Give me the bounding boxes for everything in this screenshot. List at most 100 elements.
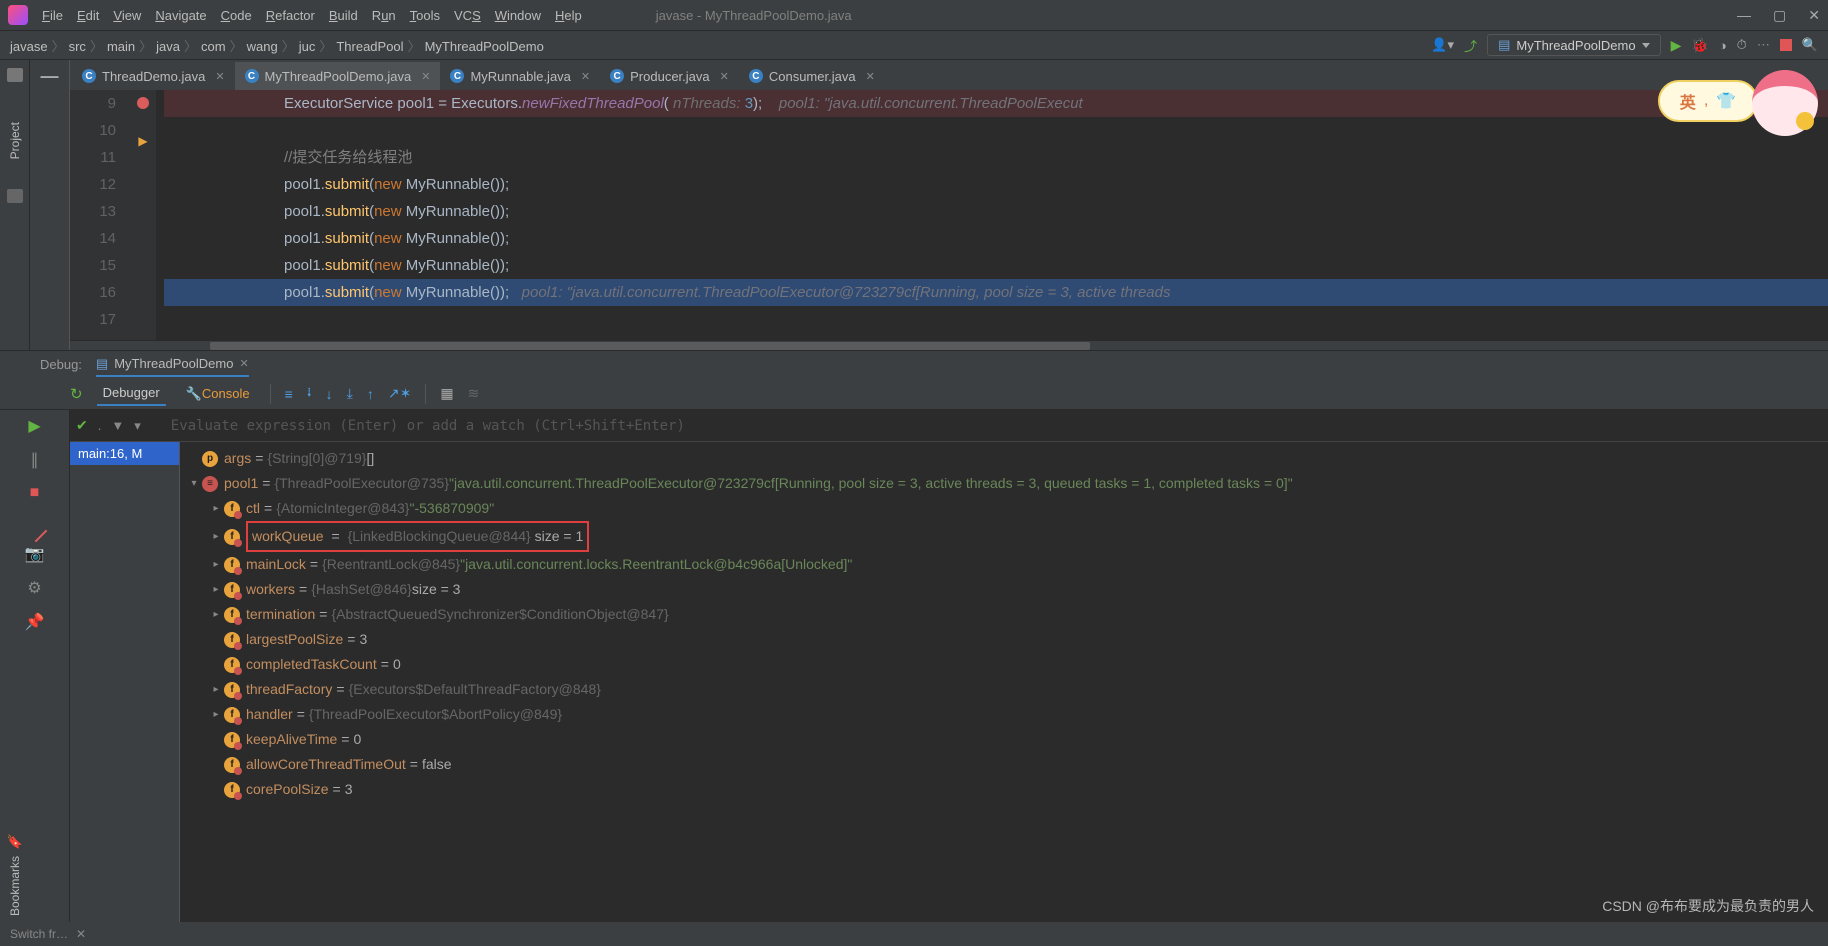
breadcrumb-segment[interactable]: ThreadPool [336,39,403,54]
close-icon[interactable]: ✕ [76,927,86,941]
variable-row[interactable]: fkeepAliveTime = 0 [180,727,1828,752]
expand-icon[interactable]: ▸ [208,577,224,602]
coverage-button[interactable]: ◑ [1719,38,1727,53]
menu-window[interactable]: Window [495,8,541,23]
gutter-breakpoints[interactable]: ▶ [130,90,156,340]
menu-edit[interactable]: Edit [77,8,99,23]
menu-code[interactable]: Code [221,8,252,23]
code-editor[interactable]: 91011121314151617 ▶ ExecutorService pool… [70,90,1828,340]
breadcrumb-segment[interactable]: javase [10,39,48,54]
variable-row[interactable]: fcompletedTaskCount = 0 [180,652,1828,677]
editor-tab[interactable]: CProducer.java✕ [600,62,739,90]
variable-row[interactable]: flargestPoolSize = 3 [180,627,1828,652]
resume-icon[interactable]: ▶ [28,416,40,436]
expand-icon[interactable]: ▾ [186,471,202,496]
step-into-icon[interactable]: ↓ [326,386,333,402]
console-tab[interactable]: 🔧Console [180,382,256,406]
close-session-icon[interactable]: ✕ [239,357,248,370]
debugger-tab[interactable]: Debugger [97,381,166,406]
variable-row[interactable]: pargs = {String[0]@719} [] [180,446,1828,471]
breadcrumb-segment[interactable]: MyThreadPoolDemo [425,39,544,54]
chevron-down-icon[interactable]: ▾ [134,418,141,434]
profile-button[interactable]: ⏱ [1737,37,1747,53]
project-tool-strip[interactable]: Project [0,60,30,350]
close-tab-icon[interactable]: ✕ [581,70,590,83]
variable-row[interactable]: ▸fctl = {AtomicInteger@843} "-536870909" [180,496,1828,521]
evaluate-icon[interactable]: ▦ [440,385,453,402]
editor-collapse-button[interactable]: — [30,60,70,350]
step-over-icon[interactable]: ⭭ [307,382,312,406]
window-close[interactable]: ✕ [1808,7,1820,24]
close-tab-icon[interactable]: ✕ [215,70,224,83]
variable-row[interactable]: ▸ftermination = {AbstractQueuedSynchroni… [180,602,1828,627]
force-step-into-icon[interactable]: ⤓ [347,385,353,402]
filter-icon[interactable]: ▼ [111,418,124,433]
variable-row[interactable]: ▸fhandler = {ThreadPoolExecutor$AbortPol… [180,702,1828,727]
editor-tab[interactable]: CMyThreadPoolDemo.java✕ [235,62,441,90]
code-content[interactable]: ExecutorService pool1 = Executors.newFix… [156,90,1828,340]
variable-row[interactable]: ▾≡pool1 = {ThreadPoolExecutor@735} "java… [180,471,1828,496]
breadcrumb-segment[interactable]: src [69,39,86,54]
get-thread-dump-icon[interactable]: 📷 [25,544,45,564]
variable-row[interactable]: ▸fworkQueue = {LinkedBlockingQueue@844} … [180,521,1828,552]
pin-icon[interactable]: 📌 [25,612,45,632]
expand-icon[interactable]: ▸ [208,677,224,702]
settings-icon[interactable]: ⚙ [27,578,41,598]
user-icon[interactable]: 👤▾ [1431,37,1454,53]
horizontal-scrollbar[interactable] [70,340,1828,350]
close-tab-icon[interactable]: ✕ [720,70,729,83]
drop-frame-icon[interactable]: ↗✶ [388,385,411,402]
run-button[interactable]: ▶ [1671,37,1682,54]
watch-expression-input[interactable]: Evaluate expression (Enter) or add a wat… [171,418,685,434]
structure-icon[interactable] [7,189,23,203]
debug-button[interactable]: 🐞 [1691,37,1708,54]
variable-row[interactable]: ▸fthreadFactory = {Executors$DefaultThre… [180,677,1828,702]
menu-help[interactable]: Help [555,8,582,23]
checkmark-icon[interactable]: ✔ [76,417,88,434]
menu-build[interactable]: Build [329,8,358,23]
debug-session-tab[interactable]: ▤ MyThreadPoolDemo ✕ [96,356,249,377]
step-out-icon[interactable]: ↑ [367,386,374,402]
breadcrumb-segment[interactable]: juc [299,39,316,54]
pause-icon[interactable]: ∥ [31,450,39,470]
attach-icon[interactable]: ⋯ [1757,37,1770,53]
menu-tools[interactable]: Tools [410,8,440,23]
stop-button[interactable] [1780,39,1792,51]
breadcrumb-segment[interactable]: wang [247,39,278,54]
breadcrumb-segment[interactable]: main [107,39,135,54]
menu-file[interactable]: File [42,8,63,23]
variable-row[interactable]: ▸fmainLock = {ReentrantLock@845} "java.u… [180,552,1828,577]
expand-icon[interactable]: ▸ [208,552,224,577]
menu-run[interactable]: Run [372,8,396,23]
breadcrumb-segment[interactable]: com [201,39,226,54]
menu-view[interactable]: View [113,8,141,23]
search-everywhere-icon[interactable]: 🔍 [1802,37,1818,53]
expand-icon[interactable]: ▸ [208,602,224,627]
editor-tab[interactable]: CConsumer.java✕ [739,62,885,90]
menu-navigate[interactable]: Navigate [155,8,206,23]
window-minimize[interactable]: — [1737,7,1751,24]
close-tab-icon[interactable]: ✕ [866,70,875,83]
menu-vcs[interactable]: VCS [454,8,481,23]
rerun-icon[interactable]: ↻ [70,385,83,403]
expand-icon[interactable]: ▸ [208,702,224,727]
stop-icon[interactable]: ■ [30,484,40,502]
editor-tab[interactable]: CThreadDemo.java✕ [72,62,235,90]
variable-row[interactable]: fcorePoolSize = 3 [180,777,1828,802]
menu-refactor[interactable]: Refactor [266,8,315,23]
close-tab-icon[interactable]: ✕ [421,70,430,83]
trace-icon[interactable]: ≋ [468,385,480,402]
variable-row[interactable]: ▸fworkers = {HashSet@846} size = 3 [180,577,1828,602]
stack-frame[interactable]: main:16, M [70,442,179,465]
run-configuration-selector[interactable]: ▤ MyThreadPoolDemo [1487,34,1661,56]
variable-row[interactable]: fallowCoreThreadTimeOut = false [180,752,1828,777]
build-icon[interactable]: ⤴ [1464,36,1477,55]
variables-pane[interactable]: pargs = {String[0]@719} []▾≡pool1 = {Thr… [180,442,1828,922]
breadcrumb-segment[interactable]: java [156,39,180,54]
bookmarks-tool-strip[interactable]: 🔖 Bookmarks [0,842,30,922]
editor-tab[interactable]: CMyRunnable.java✕ [440,62,600,90]
window-maximize[interactable]: ▢ [1773,7,1786,24]
expand-icon[interactable]: ▸ [208,496,224,521]
breadcrumbs[interactable]: javase〉src〉main〉java〉com〉wang〉juc〉Thread… [10,36,544,55]
frames-pane[interactable]: main:16, M [70,442,180,922]
